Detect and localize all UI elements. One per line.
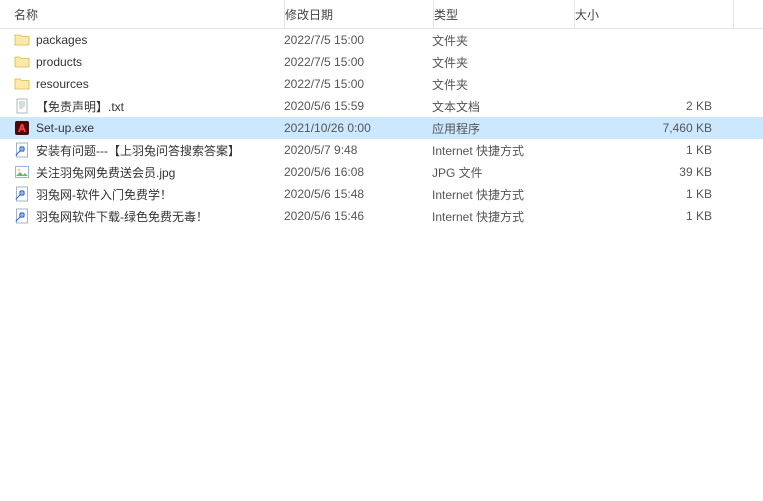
- file-name-label: 羽兔网软件下载-绿色免费无毒！: [36, 208, 208, 225]
- column-header-row: 名称 修改日期 类型 大小: [0, 0, 763, 29]
- file-name-label: packages: [36, 33, 87, 47]
- file-name-cell: 【免责声明】.txt: [0, 98, 284, 115]
- file-date-cell: 2022/7/5 15:00: [284, 77, 432, 91]
- file-type-cell: 文件夹: [432, 76, 572, 93]
- table-row[interactable]: 羽兔网-软件入门免费学！ 2020/5/6 15:48Internet 快捷方式1…: [0, 183, 763, 205]
- table-row[interactable]: 安装有问题---【上羽兔问答搜索答案】 2020/5/7 9:48Internet…: [0, 139, 763, 161]
- file-size-cell: 1 KB: [572, 143, 730, 157]
- file-type-cell: Internet 快捷方式: [432, 142, 572, 159]
- file-type-cell: 文件夹: [432, 54, 572, 71]
- file-type-cell: 应用程序: [432, 120, 572, 137]
- file-name-label: resources: [36, 77, 89, 91]
- file-size-cell: 1 KB: [572, 209, 730, 223]
- file-date-cell: 2020/5/7 9:48: [284, 143, 432, 157]
- column-header-date-label: 修改日期: [285, 6, 333, 23]
- file-name-label: 羽兔网-软件入门免费学！: [36, 186, 172, 203]
- column-header-type[interactable]: 类型: [434, 0, 575, 28]
- file-date-cell: 2020/5/6 15:48: [284, 187, 432, 201]
- url-icon: [14, 142, 30, 158]
- file-date-cell: 2022/7/5 15:00: [284, 33, 432, 47]
- table-row[interactable]: products 2022/7/5 15:00文件夹: [0, 51, 763, 73]
- file-name-cell: 羽兔网软件下载-绿色免费无毒！: [0, 208, 284, 225]
- file-date-cell: 2020/5/6 15:59: [284, 99, 432, 113]
- file-type-cell: Internet 快捷方式: [432, 186, 572, 203]
- file-name-cell: products: [0, 54, 284, 70]
- txt-icon: [14, 98, 30, 114]
- file-type-cell: 文本文档: [432, 98, 572, 115]
- file-name-cell: 羽兔网-软件入门免费学！: [0, 186, 284, 203]
- folder-icon: [14, 32, 30, 48]
- file-name-label: Set-up.exe: [36, 121, 94, 135]
- column-header-date[interactable]: 修改日期: [285, 0, 434, 28]
- jpg-icon: [14, 164, 30, 180]
- file-size-cell: 7,460 KB: [572, 121, 730, 135]
- file-name-cell: packages: [0, 32, 284, 48]
- file-name-label: 关注羽兔网免费送会员.jpg: [36, 164, 175, 181]
- table-row[interactable]: resources 2022/7/5 15:00文件夹: [0, 73, 763, 95]
- table-row[interactable]: Set-up.exe 2021/10/26 0:00应用程序7,460 KB: [0, 117, 763, 139]
- table-row[interactable]: packages 2022/7/5 15:00文件夹: [0, 29, 763, 51]
- file-size-cell: 2 KB: [572, 99, 730, 113]
- column-header-size[interactable]: 大小: [575, 0, 734, 28]
- file-name-cell: resources: [0, 76, 284, 92]
- file-size-cell: 39 KB: [572, 165, 730, 179]
- file-name-label: 安装有问题---【上羽兔问答搜索答案】: [36, 142, 240, 159]
- file-date-cell: 2021/10/26 0:00: [284, 121, 432, 135]
- file-date-cell: 2020/5/6 15:46: [284, 209, 432, 223]
- table-row[interactable]: 关注羽兔网免费送会员.jpg 2020/5/6 16:08JPG 文件39 KB: [0, 161, 763, 183]
- column-header-name-label: 名称: [14, 6, 38, 23]
- file-name-label: 【免责声明】.txt: [36, 98, 124, 115]
- file-date-cell: 2020/5/6 16:08: [284, 165, 432, 179]
- column-header-size-label: 大小: [575, 6, 599, 23]
- file-explorer-view: { "columns": { "name": "名称", "date": "修改…: [0, 0, 763, 501]
- file-size-cell: 1 KB: [572, 187, 730, 201]
- file-name-cell: Set-up.exe: [0, 120, 284, 136]
- folder-icon: [14, 54, 30, 70]
- file-date-cell: 2022/7/5 15:00: [284, 55, 432, 69]
- url-icon: [14, 186, 30, 202]
- column-header-type-label: 类型: [434, 6, 458, 23]
- file-list: packages2022/7/5 15:00文件夹products2022/7/…: [0, 29, 763, 227]
- exe-adobe-icon: [14, 120, 30, 136]
- file-name-label: products: [36, 55, 82, 69]
- file-type-cell: Internet 快捷方式: [432, 208, 572, 225]
- folder-icon: [14, 76, 30, 92]
- table-row[interactable]: 【免责声明】.txt 2020/5/6 15:59文本文档2 KB: [0, 95, 763, 117]
- file-name-cell: 安装有问题---【上羽兔问答搜索答案】: [0, 142, 284, 159]
- url-icon: [14, 208, 30, 224]
- table-row[interactable]: 羽兔网软件下载-绿色免费无毒！ 2020/5/6 15:46Internet 快捷…: [0, 205, 763, 227]
- file-name-cell: 关注羽兔网免费送会员.jpg: [0, 164, 284, 181]
- file-type-cell: JPG 文件: [432, 164, 572, 181]
- file-type-cell: 文件夹: [432, 32, 572, 49]
- column-header-name[interactable]: 名称: [0, 0, 285, 28]
